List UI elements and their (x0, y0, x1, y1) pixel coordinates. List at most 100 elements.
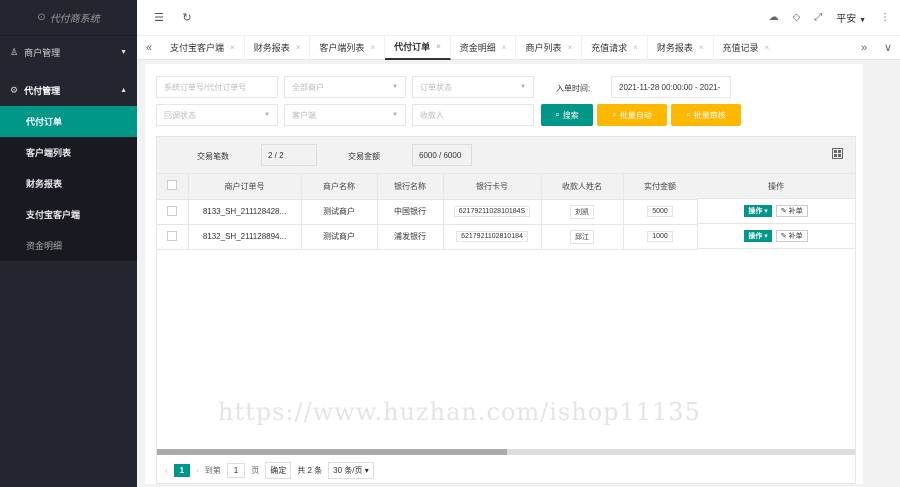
column-header[interactable]: 商户订单号 (188, 174, 302, 200)
tab-finance-report[interactable]: 财务报表 × (245, 35, 311, 60)
search-icon: ⌕ (555, 110, 560, 119)
tab-recharge-records[interactable]: 充值记录 × (714, 36, 779, 60)
card-cell: 6217921102810184 (443, 224, 542, 250)
sidebar-item-fund-details[interactable]: 资金明细 (0, 230, 137, 261)
sidebar-group-merchant[interactable]: ♙ 商户管理 ▼ (0, 36, 137, 68)
payee-value: 邱江 (570, 229, 594, 244)
close-icon[interactable]: × (370, 43, 375, 52)
close-icon[interactable]: × (699, 43, 704, 52)
theme-icon[interactable]: ☁ (769, 12, 779, 23)
payee-input[interactable]: 收款人 (412, 104, 534, 126)
supplement-order-button[interactable]: ✎ 补单 (775, 205, 808, 217)
column-header[interactable]: 银行卡号 (443, 174, 542, 200)
column-header[interactable]: 收款人姓名 (541, 174, 624, 200)
sidebar: ⊙ 代付商系统 ♙ 商户管理 ▼ ⚙ 代付管理 ▲ 代付订单 客户端列表 财务报… (0, 0, 137, 487)
bank-cell: 中国银行 (377, 199, 444, 225)
time-range-input[interactable]: 2021-11-28 00:00:00 - 2021- (611, 76, 731, 98)
row-checkbox[interactable] (167, 205, 178, 216)
horizontal-scrollbar[interactable] (157, 449, 855, 455)
next-page-icon[interactable]: › (196, 466, 199, 475)
close-icon[interactable]: × (633, 43, 638, 52)
row-select-cell[interactable] (157, 199, 189, 225)
payee-cell: 刘凯 (541, 199, 624, 225)
tab-recharge-requests[interactable]: 充值请求 × (582, 35, 648, 60)
sidebar-group-label: 代付管理 (24, 85, 61, 96)
close-icon[interactable]: × (296, 43, 301, 52)
merchant-select[interactable]: 全部商户 ▼ (284, 76, 406, 98)
column-header[interactable]: 银行名称 (377, 174, 444, 200)
close-icon[interactable]: × (567, 43, 572, 52)
tab-scroll-right-icon[interactable]: » (852, 42, 876, 54)
header-right: ☁ ◇ ⤢ 平安 ▼ ⋮ (769, 10, 900, 25)
tab-alipay-client[interactable]: 支付宝客户端 × (161, 35, 245, 60)
page-size-select[interactable]: 30 条/页 ▾ (328, 462, 374, 479)
close-icon[interactable]: × (230, 43, 235, 52)
caret-down-icon: ▼ (859, 17, 866, 24)
column-header[interactable]: 实付金额 (623, 174, 698, 200)
operate-dropdown-button[interactable]: 操作 ▾ (744, 205, 772, 217)
sidebar-item-client-list[interactable]: 客户端列表 (0, 137, 137, 168)
sidebar-item-finance-report[interactable]: 财务报表 (0, 168, 137, 199)
row-select-cell[interactable] (157, 224, 189, 250)
select-value: 客户端 (292, 110, 316, 120)
menu-toggle-icon[interactable]: ☰ (149, 11, 169, 24)
button-label: 补单 (788, 208, 803, 215)
tab-menu-chevron-icon[interactable]: ∨ (876, 41, 900, 54)
actions-row: 操作 ▾ ✎ 补单 (697, 199, 855, 224)
goto-confirm-button[interactable]: 确定 (265, 462, 292, 479)
close-icon[interactable]: × (502, 43, 507, 52)
sidebar-group-payout[interactable]: ⚙ 代付管理 ▲ (0, 74, 137, 106)
count-label: 交易笔数 (197, 152, 229, 161)
table-header-row: 商户订单号 商户名称 银行名称 银行卡号 收款人姓名 实付金额 (157, 174, 698, 200)
close-icon[interactable]: × (436, 42, 441, 51)
column-header[interactable]: 商户名称 (301, 174, 378, 200)
tab-label: 支付宝客户端 (170, 43, 225, 53)
supplement-order-button[interactable]: ✎ 补单 (775, 230, 808, 242)
row-checkbox[interactable] (167, 230, 178, 241)
chevron-up-icon: ▲ (120, 86, 127, 94)
tab-merchant-list[interactable]: 商户列表 × (516, 35, 583, 60)
button-label: 批量审核 (693, 110, 726, 120)
refresh-icon[interactable]: ↻ (177, 11, 197, 24)
pagination: ‹ 1 › 到第 1 页 确定 共 2 条 30 条/页 ▾ (165, 462, 374, 479)
operate-dropdown-button[interactable]: 操作 ▾ (744, 230, 772, 242)
user-menu[interactable]: 平安 ▼ (836, 10, 866, 25)
edit-icon: ✎ (780, 233, 787, 240)
tab-label: 财务报表 (253, 43, 290, 53)
order-status-select[interactable]: 订单状态 ▼ (412, 76, 534, 98)
order-no-input[interactable]: 系统订单号/代付订单号 (156, 76, 278, 98)
sidebar-item-alipay-client[interactable]: 支付宝客户端 (0, 199, 137, 230)
select-value: 回调状态 (164, 110, 196, 120)
top-header: ☰ ↻ ☁ ◇ ⤢ 平安 ▼ ⋮ (137, 0, 900, 36)
tab-finance-report-2[interactable]: 财务报表 × (648, 35, 714, 60)
close-icon[interactable]: × (765, 43, 770, 52)
page-number-input[interactable]: 1 (226, 463, 246, 478)
dropdown-arrow-icon: ▼ (520, 84, 526, 90)
tab-client-list[interactable]: 客户端列表 × (310, 35, 386, 60)
sidebar-submenu: 代付订单 客户端列表 财务报表 支付宝客户端 资金明细 (0, 106, 137, 261)
select-all-cell[interactable] (157, 174, 189, 200)
prev-page-icon[interactable]: ‹ (165, 466, 168, 475)
sidebar-group-label: 商户管理 (24, 47, 61, 58)
batch-review-button[interactable]: ⌕ 批量审核 (671, 104, 741, 126)
more-icon[interactable]: ⋮ (880, 12, 890, 23)
columns-filter-icon[interactable] (832, 148, 843, 159)
goto-label: 到第 (204, 466, 221, 475)
caret-down-icon: ▾ (764, 208, 768, 215)
tag-icon[interactable]: ◇ (793, 12, 801, 23)
search-button[interactable]: ⌕ 搜索 (541, 104, 593, 126)
scrollbar-thumb[interactable] (157, 449, 507, 455)
batch-auto-button[interactable]: ⌕ 批量自动 (597, 104, 667, 126)
current-page[interactable]: 1 (173, 464, 191, 477)
client-select[interactable]: 客户端 ▼ (284, 104, 406, 126)
tab-fund-details[interactable]: 资金明细 × (451, 35, 517, 60)
bank-cell: 浦发银行 (377, 224, 444, 250)
amount-value: 1000 (647, 231, 673, 242)
tab-payout-orders[interactable]: 代付订单 × (385, 35, 451, 60)
tab-scroll-left-icon[interactable]: « (137, 42, 161, 54)
sidebar-item-payout-orders[interactable]: 代付订单 (0, 106, 137, 137)
actions-column: 操作 操作 ▾ ✎ 补单 操作 ▾ ✎ 补单 (697, 174, 855, 249)
fullscreen-icon[interactable]: ⤢ (814, 12, 822, 23)
select-all-checkbox[interactable] (167, 180, 178, 191)
callback-status-select[interactable]: 回调状态 ▼ (156, 104, 278, 126)
